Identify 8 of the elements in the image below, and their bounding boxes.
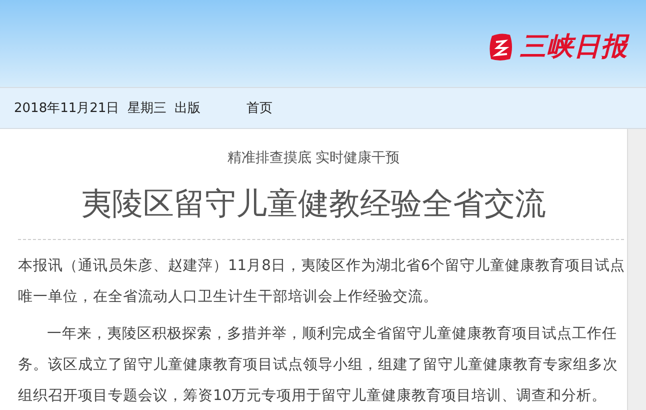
logo-icon — [488, 32, 514, 62]
issue-date: 2018年11月21日 星期三 出版 — [14, 100, 201, 117]
logo-text: 三峡日报 — [520, 31, 628, 64]
article-subtitle: 精准排查摸底 实时健康干预 — [226, 149, 401, 167]
article-paragraph: 一年来，夷陵区积极探索，多措并举，顺利完成全省留守儿童健康教育项目试点工作任务。该区成立了留守儿童健康教育项目试点领导小组，组建了留守儿童健康教育专家组多次组织召开项目专题会议，筹资10万元专项用于留守儿童健康教育项目培训、调查和分析。 — [18, 324, 619, 406]
article-title: 夷陵区留守儿童健教经验全省交流 — [80, 185, 547, 224]
article-paragraph: 本报讯（通讯员朱彦、赵建萍）11月8日，夷陵区作为湖北省6个留守儿童健康教育项目试点唯一单位，在全省流动人口卫生计生干部培训会上作经验交流。 — [18, 256, 626, 307]
home-link[interactable]: 首页 — [246, 99, 273, 117]
